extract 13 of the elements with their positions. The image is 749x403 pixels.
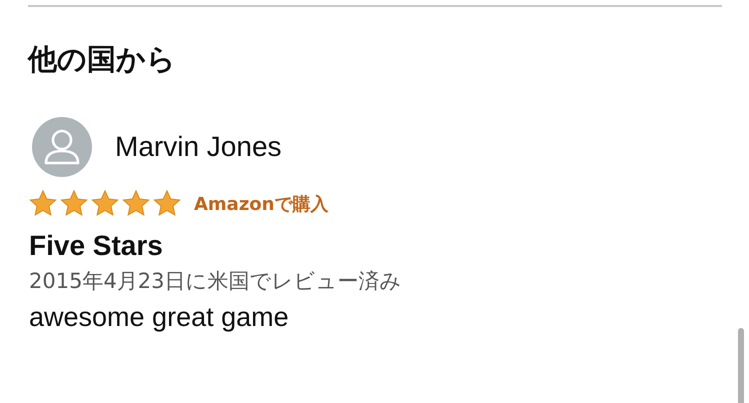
star-icon xyxy=(90,189,120,218)
review-text: awesome great game xyxy=(29,301,290,334)
avatar-icon xyxy=(32,117,92,177)
scrollbar[interactable] xyxy=(738,328,744,403)
star-icon xyxy=(152,189,182,218)
star-icon xyxy=(121,189,151,218)
star-icon xyxy=(59,189,89,218)
review-title: Five Stars xyxy=(29,229,164,263)
verified-purchase-label: Amazonで購入 xyxy=(194,192,328,216)
star-icon xyxy=(28,189,58,218)
reviewer-name: Marvin Jones xyxy=(115,131,282,163)
section-heading: 他の国から xyxy=(28,41,177,78)
review-date: 2015年4月23日に米国でレビュー済み xyxy=(29,268,403,295)
